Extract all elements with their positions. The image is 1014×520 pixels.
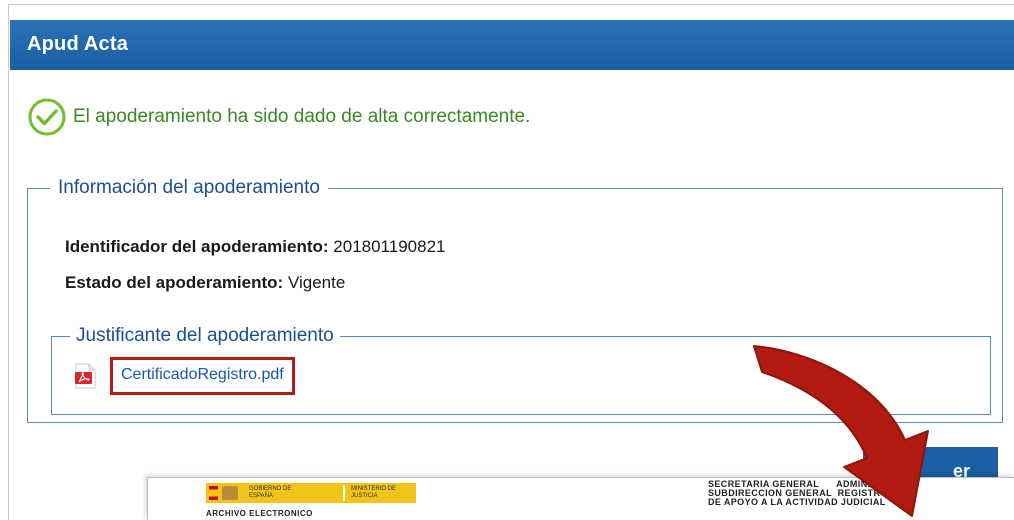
info-legend: Información del apoderamiento — [58, 177, 320, 198]
identifier-value: 201801190821 — [333, 237, 446, 256]
government-logo: GOBIERNO DE ESPAÑA MINISTERIO DE JUSTICI… — [206, 483, 416, 503]
success-message: El apoderamiento ha sido dado de alta co… — [27, 97, 530, 137]
panel-title: Apud Acta — [27, 33, 129, 55]
archivo-electronico-text: ARCHIVO ELECTRONICO — [206, 509, 313, 518]
success-text: El apoderamiento ha sido dado de alta co… — [73, 106, 531, 127]
coat-of-arms-icon — [222, 486, 238, 500]
spain-flag-icon — [209, 486, 218, 500]
status-row: Estado del apoderamiento: Vigente — [65, 273, 345, 293]
logo-text-ministerio: MINISTERIO DE JUSTICIA — [351, 486, 397, 499]
logo-text-gobierno: GOBIERNO DE ESPAÑA — [249, 486, 292, 499]
panel-header: Apud Acta — [10, 20, 1014, 70]
curved-arrow-icon — [753, 345, 929, 517]
status-value: Vigente — [287, 273, 346, 292]
logo-divider — [343, 485, 345, 501]
certificado-pdf-link[interactable]: CertificadoRegistro.pdf — [110, 357, 295, 395]
identifier-row: Identificador del apoderamiento: 2018011… — [65, 237, 445, 257]
check-circle-icon — [27, 97, 67, 137]
pdf-file-item: CertificadoRegistro.pdf — [74, 357, 295, 395]
pdf-icon — [74, 363, 96, 389]
status-label: Estado del apoderamiento: — [65, 273, 284, 292]
justificante-legend: Justificante del apoderamiento — [76, 325, 334, 346]
identifier-label: Identificador del apoderamiento: — [65, 237, 329, 256]
screenshot-frame: Apud Acta El apoderamiento ha sido dado … — [0, 0, 1014, 520]
